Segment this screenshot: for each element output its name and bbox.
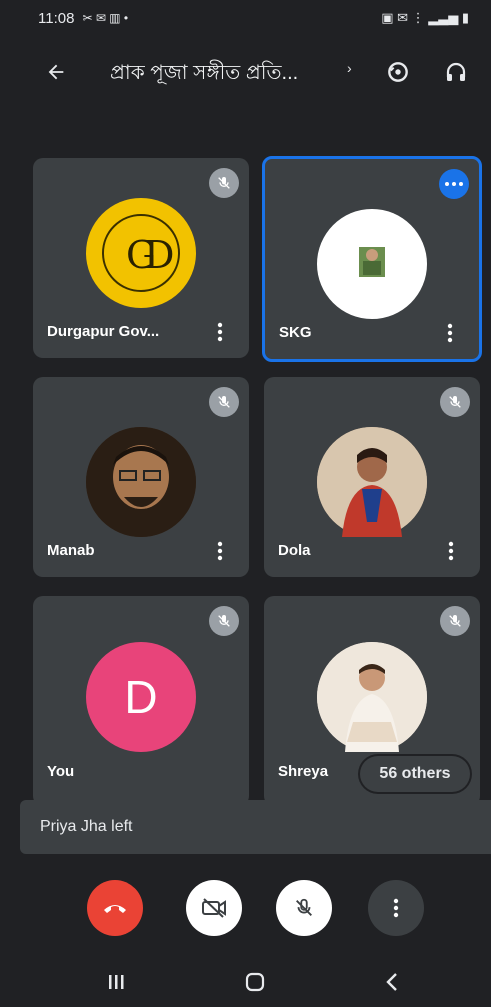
others-count-chip[interactable]: 56 others: [360, 756, 470, 792]
mic-off-icon: [209, 606, 239, 636]
participant-name: Manab: [47, 542, 95, 559]
participant-name: SKG: [279, 324, 312, 341]
participant-tile[interactable]: Manab: [33, 377, 249, 577]
mic-toggle-button[interactable]: [276, 880, 332, 936]
participant-avatar: [317, 209, 427, 319]
more-vert-icon[interactable]: [444, 539, 458, 563]
mic-off-icon: [209, 387, 239, 417]
college-logo: G D: [86, 198, 196, 308]
toast-text: Priya Jha left: [40, 818, 133, 835]
mic-off-icon: [440, 606, 470, 636]
mic-off-icon: [296, 898, 312, 916]
mic-off-icon: [440, 387, 470, 417]
more-vert-icon: [393, 898, 399, 918]
end-call-button[interactable]: [87, 880, 143, 936]
participant-name: Shreya: [278, 763, 329, 780]
headphones-icon[interactable]: [436, 52, 476, 92]
status-indicators: ✂ ✉ ▥ •: [82, 11, 129, 25]
participant-left-toast: Priya Jha left: [20, 800, 491, 854]
call-controls: [0, 870, 491, 946]
status-time: 11:08: [38, 9, 75, 27]
self-avatar: D: [86, 642, 196, 752]
back-arrow-icon[interactable]: [38, 54, 74, 90]
system-nav-bar: [0, 955, 491, 1007]
camera-off-icon: [202, 898, 226, 918]
more-options-button[interactable]: [368, 880, 424, 936]
speaking-indicator-icon: [439, 169, 469, 199]
participant-tile[interactable]: Dola: [264, 377, 480, 577]
mic-off-icon: [209, 168, 239, 198]
end-call-icon: [104, 905, 126, 913]
status-icons: ▣ ✉ ⋮ ▂▃▅ ▮: [381, 10, 469, 26]
camera-toggle-button[interactable]: [186, 880, 242, 936]
app-bar: প্রাক পূজা সঙ্গীত প্রতি... ›: [0, 40, 491, 100]
nav-recents-icon[interactable]: [96, 967, 136, 997]
svg-text:D: D: [144, 233, 174, 277]
participant-avatar: [317, 427, 427, 537]
status-bar: 11:08 ✂ ✉ ▥ • ▣ ✉ ⋮ ▂▃▅ ▮: [0, 0, 491, 36]
participant-avatar: [86, 427, 196, 537]
participant-tile-self[interactable]: D You: [33, 596, 249, 806]
more-vert-icon[interactable]: [213, 320, 227, 344]
participant-avatar: [317, 642, 427, 752]
participant-name: Dola: [278, 542, 311, 559]
participant-tile[interactable]: G D Durgapur Gov...: [33, 158, 249, 358]
more-vert-icon[interactable]: [443, 321, 457, 345]
title-chevron-icon[interactable]: ›: [347, 60, 352, 76]
nav-back-icon[interactable]: [372, 967, 412, 997]
nav-home-icon[interactable]: [235, 967, 275, 997]
switch-camera-icon[interactable]: [378, 52, 418, 92]
more-vert-icon[interactable]: [213, 539, 227, 563]
participant-name: You: [47, 763, 75, 780]
participant-tile-active[interactable]: SKG: [262, 156, 482, 362]
meeting-title[interactable]: প্রাক পূজা সঙ্গীত প্রতি...: [110, 58, 298, 91]
system-icons: ▣ ✉ ⋮ ▂▃▅ ▮: [381, 10, 469, 25]
participant-name: Durgapur Gov...: [47, 323, 160, 340]
